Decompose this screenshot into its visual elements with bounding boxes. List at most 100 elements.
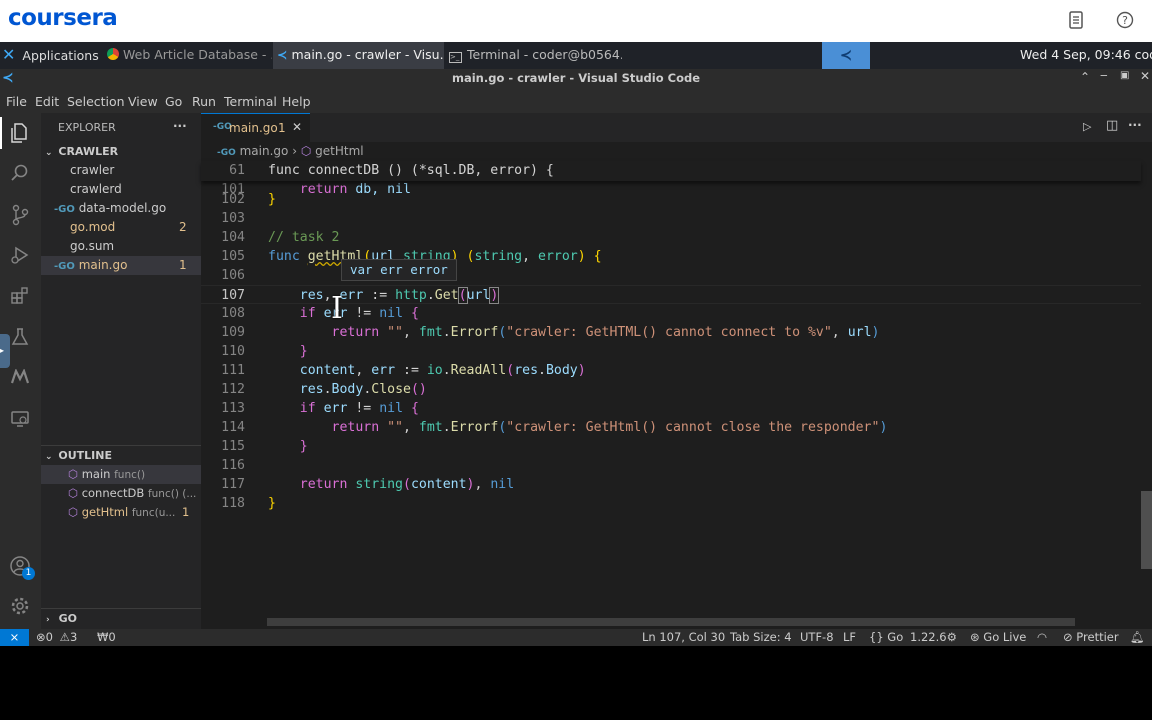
go-version[interactable]: 1.22.6⚙: [910, 629, 957, 646]
editor-more-actions-icon[interactable]: ···: [1128, 118, 1142, 132]
testing-flask-icon[interactable]: [8, 327, 32, 351]
problem-count-badge: 1: [182, 505, 190, 519]
explorer-title: EXPLORER: [58, 121, 116, 134]
outline-item-detail: func(u...: [131, 507, 176, 519]
run-debug-icon[interactable]: [8, 245, 32, 269]
tab-close-icon[interactable]: ✕: [292, 120, 302, 134]
prettier-button[interactable]: ⊘ Prettier: [1063, 629, 1119, 646]
file-main-go[interactable]: -GO main.go 1: [41, 256, 201, 275]
run-file-icon[interactable]: ▷: [1083, 120, 1091, 133]
help-icon[interactable]: ?: [1115, 11, 1135, 31]
taskbar-chrome-window[interactable]: Web Article Database - ...: [103, 42, 272, 69]
problem-count-badge: 2: [179, 220, 187, 234]
coursera-logo[interactable]: coursera: [8, 5, 118, 31]
folder-crawler[interactable]: ⌄ CRAWLER: [41, 142, 201, 161]
screen: coursera ? ✕ Applications ⁝ Web Article …: [0, 0, 1152, 720]
file-crawler[interactable]: crawler: [41, 161, 201, 180]
sticky-scroll-header[interactable]: 61 func connectDB () (*sql.DB, error) {: [201, 161, 1141, 181]
taskbar-vscode-window[interactable]: ≺ main.go - crawler - Visu...: [273, 42, 444, 69]
encoding[interactable]: UTF-8: [800, 629, 834, 646]
svg-text:?: ?: [1122, 14, 1128, 27]
outline-item-main[interactable]: ⬡ main func(): [41, 465, 201, 484]
menu-selection[interactable]: Selection: [67, 94, 125, 109]
go-extension-icon[interactable]: [8, 368, 32, 392]
code-line: 114 return "", fmt.Errorf("crawler: GetH…: [221, 420, 888, 435]
chevron-down-icon: ⌄: [45, 452, 53, 462]
applications-label: Applications: [22, 48, 99, 63]
split-editor-icon[interactable]: ◫: [1106, 118, 1118, 133]
manage-gear-icon[interactable]: [8, 596, 32, 620]
code-line: 104// task 2: [221, 230, 340, 245]
problem-count-badge: 1: [179, 258, 187, 272]
window-close-icon[interactable]: ✕: [1140, 69, 1150, 83]
explorer-sidebar: EXPLORER ··· ⌄ CRAWLER crawler crawlerd …: [41, 113, 201, 629]
side-panel-toggle-handle[interactable]: ▸: [0, 334, 10, 368]
folder-label: CRAWLER: [58, 145, 119, 158]
menu-terminal[interactable]: Terminal: [224, 94, 277, 109]
menu-view[interactable]: View: [128, 94, 158, 109]
breadcrumb-separator: ›: [292, 144, 298, 158]
explorer-icon[interactable]: [8, 122, 32, 146]
code-line: 118}: [221, 496, 276, 511]
language-mode[interactable]: {} Go: [869, 629, 903, 646]
file-go-mod[interactable]: go.mod 2: [41, 218, 201, 237]
search-icon[interactable]: [8, 163, 32, 187]
tab-size[interactable]: Tab Size: 4: [730, 629, 792, 646]
tab-main-go[interactable]: -GO main.go 1 ✕: [201, 113, 310, 142]
editor-area: -GO main.go 1 ✕ ▷ ◫ ··· -GO main.go › ⬡ …: [201, 113, 1152, 629]
breadcrumb-file[interactable]: main.go: [240, 144, 289, 158]
vscode-titlebar: ≺ main.go - crawler - Visual Studio Code…: [0, 68, 1152, 90]
go-section-header[interactable]: › GO: [41, 609, 201, 628]
end-of-line[interactable]: LF: [843, 629, 856, 646]
menu-run[interactable]: Run: [192, 94, 216, 109]
remote-indicator[interactable]: ⨯: [0, 629, 29, 646]
chevron-down-icon: ⌄: [45, 148, 53, 158]
file-label: crawlerd: [70, 182, 122, 196]
source-control-icon[interactable]: [8, 204, 32, 228]
file-crawlerd[interactable]: crawlerd: [41, 180, 201, 199]
code-area[interactable]: 101 return db, nil 102} 103 104// task 2…: [201, 161, 1152, 561]
window-maximize-icon[interactable]: ▣: [1120, 70, 1129, 81]
code-line: 102}: [221, 192, 276, 207]
taskbar-terminal-window[interactable]: >_ Terminal - coder@b0564...: [447, 42, 622, 69]
clock[interactable]: Wed 4 Sep, 09:46 coder: [1020, 42, 1152, 69]
file-data-model-go[interactable]: -GO data-model.go: [41, 199, 201, 218]
applications-menu[interactable]: ✕ Applications ⁝: [2, 42, 102, 69]
method-cube-icon: ⬡: [68, 467, 79, 481]
extensions-icon[interactable]: [8, 286, 32, 310]
horizontal-scrollbar-thumb[interactable]: [267, 618, 1075, 626]
radio-tower-icon: ₩: [97, 630, 109, 644]
text-cursor-icon: I: [331, 291, 343, 326]
menu-help[interactable]: Help: [282, 94, 311, 109]
gear-small-icon: ⚙: [946, 630, 957, 644]
workspace-vscode-button[interactable]: ≺: [822, 42, 870, 69]
explorer-more-actions-icon[interactable]: ···: [173, 119, 187, 133]
outline-item-connectdb[interactable]: ⬡ connectDB func() (...: [41, 484, 201, 503]
ports-indicator[interactable]: ₩0: [97, 629, 116, 646]
code-line: 115 }: [221, 439, 308, 454]
window-collapse-icon[interactable]: ⌃: [1080, 70, 1090, 84]
breadcrumb: -GO main.go › ⬡ getHtml: [217, 144, 364, 158]
editor-tabs: -GO main.go 1 ✕ ▷ ◫ ···: [201, 113, 1152, 142]
file-go-sum[interactable]: go.sum: [41, 237, 201, 256]
outline-header[interactable]: ⌄ OUTLINE: [41, 446, 201, 465]
tab-problem-badge: 1: [278, 121, 286, 135]
outline-item-detail: func(): [114, 469, 146, 481]
window-minimize-icon[interactable]: ‒: [1100, 68, 1108, 82]
menu-go[interactable]: Go: [165, 94, 182, 109]
go-live-button[interactable]: ⊛ Go Live: [970, 629, 1026, 646]
cursor-position[interactable]: Ln 107, Col 30: [642, 629, 725, 646]
outline-item-gethtml[interactable]: ⬡ getHtml func(u... 1: [41, 503, 201, 522]
notifications-bell-icon[interactable]: 🔔︎: [1130, 629, 1145, 646]
remote-explorer-icon[interactable]: [8, 409, 32, 433]
problems-indicator[interactable]: ⊗0 ⚠3: [36, 629, 77, 646]
prettier-check-icon: ⊘: [1063, 630, 1073, 644]
code-line: 110 }: [221, 344, 308, 359]
menu-edit[interactable]: Edit: [35, 94, 59, 109]
window-title: main.go - crawler - Visual Studio Code: [451, 71, 700, 85]
vertical-scrollbar-thumb[interactable]: [1141, 491, 1152, 569]
breadcrumb-symbol[interactable]: getHtml: [315, 144, 363, 158]
outline-item-detail: func() (...: [147, 488, 197, 500]
notes-icon[interactable]: [1066, 11, 1086, 31]
menu-file[interactable]: File: [6, 94, 27, 109]
